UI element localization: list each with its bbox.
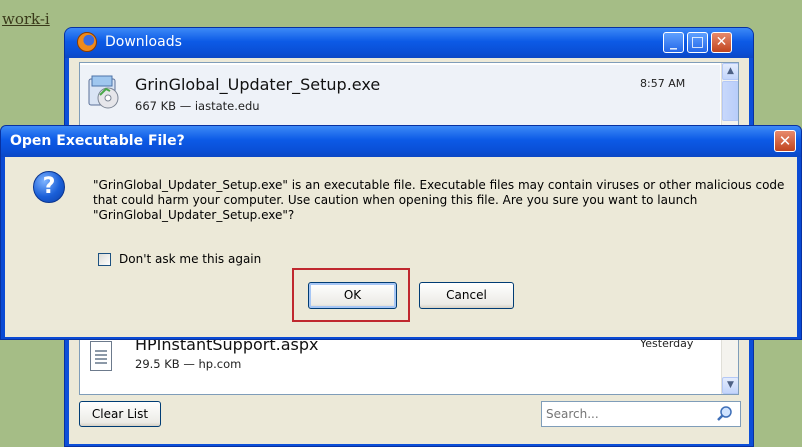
close-button[interactable]: ✕ (711, 32, 732, 53)
minimize-icon: _ (670, 34, 677, 50)
download-status: 29.5 KB — hp.com (135, 357, 242, 371)
background-link[interactable]: work-i (2, 10, 50, 28)
close-icon: ✕ (715, 34, 728, 50)
search-input[interactable] (546, 405, 706, 423)
search-field[interactable] (541, 401, 741, 427)
maximize-icon: □ (690, 34, 705, 50)
scroll-thumb[interactable] (722, 81, 738, 121)
dont-ask-checkbox-label[interactable]: Don't ask me this again (119, 252, 261, 266)
list-item[interactable]: HPInstantSupport.aspx 29.5 KB — hp.com Y… (80, 335, 720, 394)
cancel-button[interactable]: Cancel (419, 282, 514, 309)
question-icon: ? (33, 171, 65, 203)
scroll-up-icon[interactable]: ▲ (722, 63, 738, 80)
search-icon[interactable] (716, 405, 734, 423)
clear-list-button[interactable]: Clear List (79, 401, 161, 427)
firefox-icon (77, 32, 97, 52)
open-executable-dialog: Open Executable File? ✕ ? "GrinGlobal_Up… (0, 125, 802, 340)
list-item[interactable]: GrinGlobal_Updater_Setup.exe 667 KB — ia… (80, 65, 720, 125)
scroll-down-icon[interactable]: ▼ (722, 377, 738, 394)
installer-icon (88, 75, 119, 109)
download-status: 667 KB — iastate.edu (135, 99, 260, 113)
dialog-message: "GrinGlobal_Updater_Setup.exe" is an exe… (93, 178, 785, 222)
dialog-titlebar[interactable]: Open Executable File? ✕ (1, 126, 801, 157)
dialog-title: Open Executable File? (10, 133, 185, 149)
download-time: 8:57 AM (640, 77, 686, 90)
dialog-client-area: ? "GrinGlobal_Updater_Setup.exe" is an e… (5, 157, 797, 337)
dialog-close-button[interactable]: ✕ (774, 130, 796, 152)
downloads-titlebar[interactable]: Downloads _ □ ✕ (65, 28, 753, 58)
download-filename: GrinGlobal_Updater_Setup.exe (135, 75, 381, 94)
minimize-button[interactable]: _ (663, 32, 684, 53)
maximize-button[interactable]: □ (687, 32, 708, 53)
close-icon: ✕ (778, 132, 792, 150)
dont-ask-checkbox[interactable] (98, 253, 111, 266)
document-icon (90, 341, 112, 371)
ok-button[interactable]: OK (308, 282, 397, 309)
downloads-window-title: Downloads (105, 34, 182, 50)
